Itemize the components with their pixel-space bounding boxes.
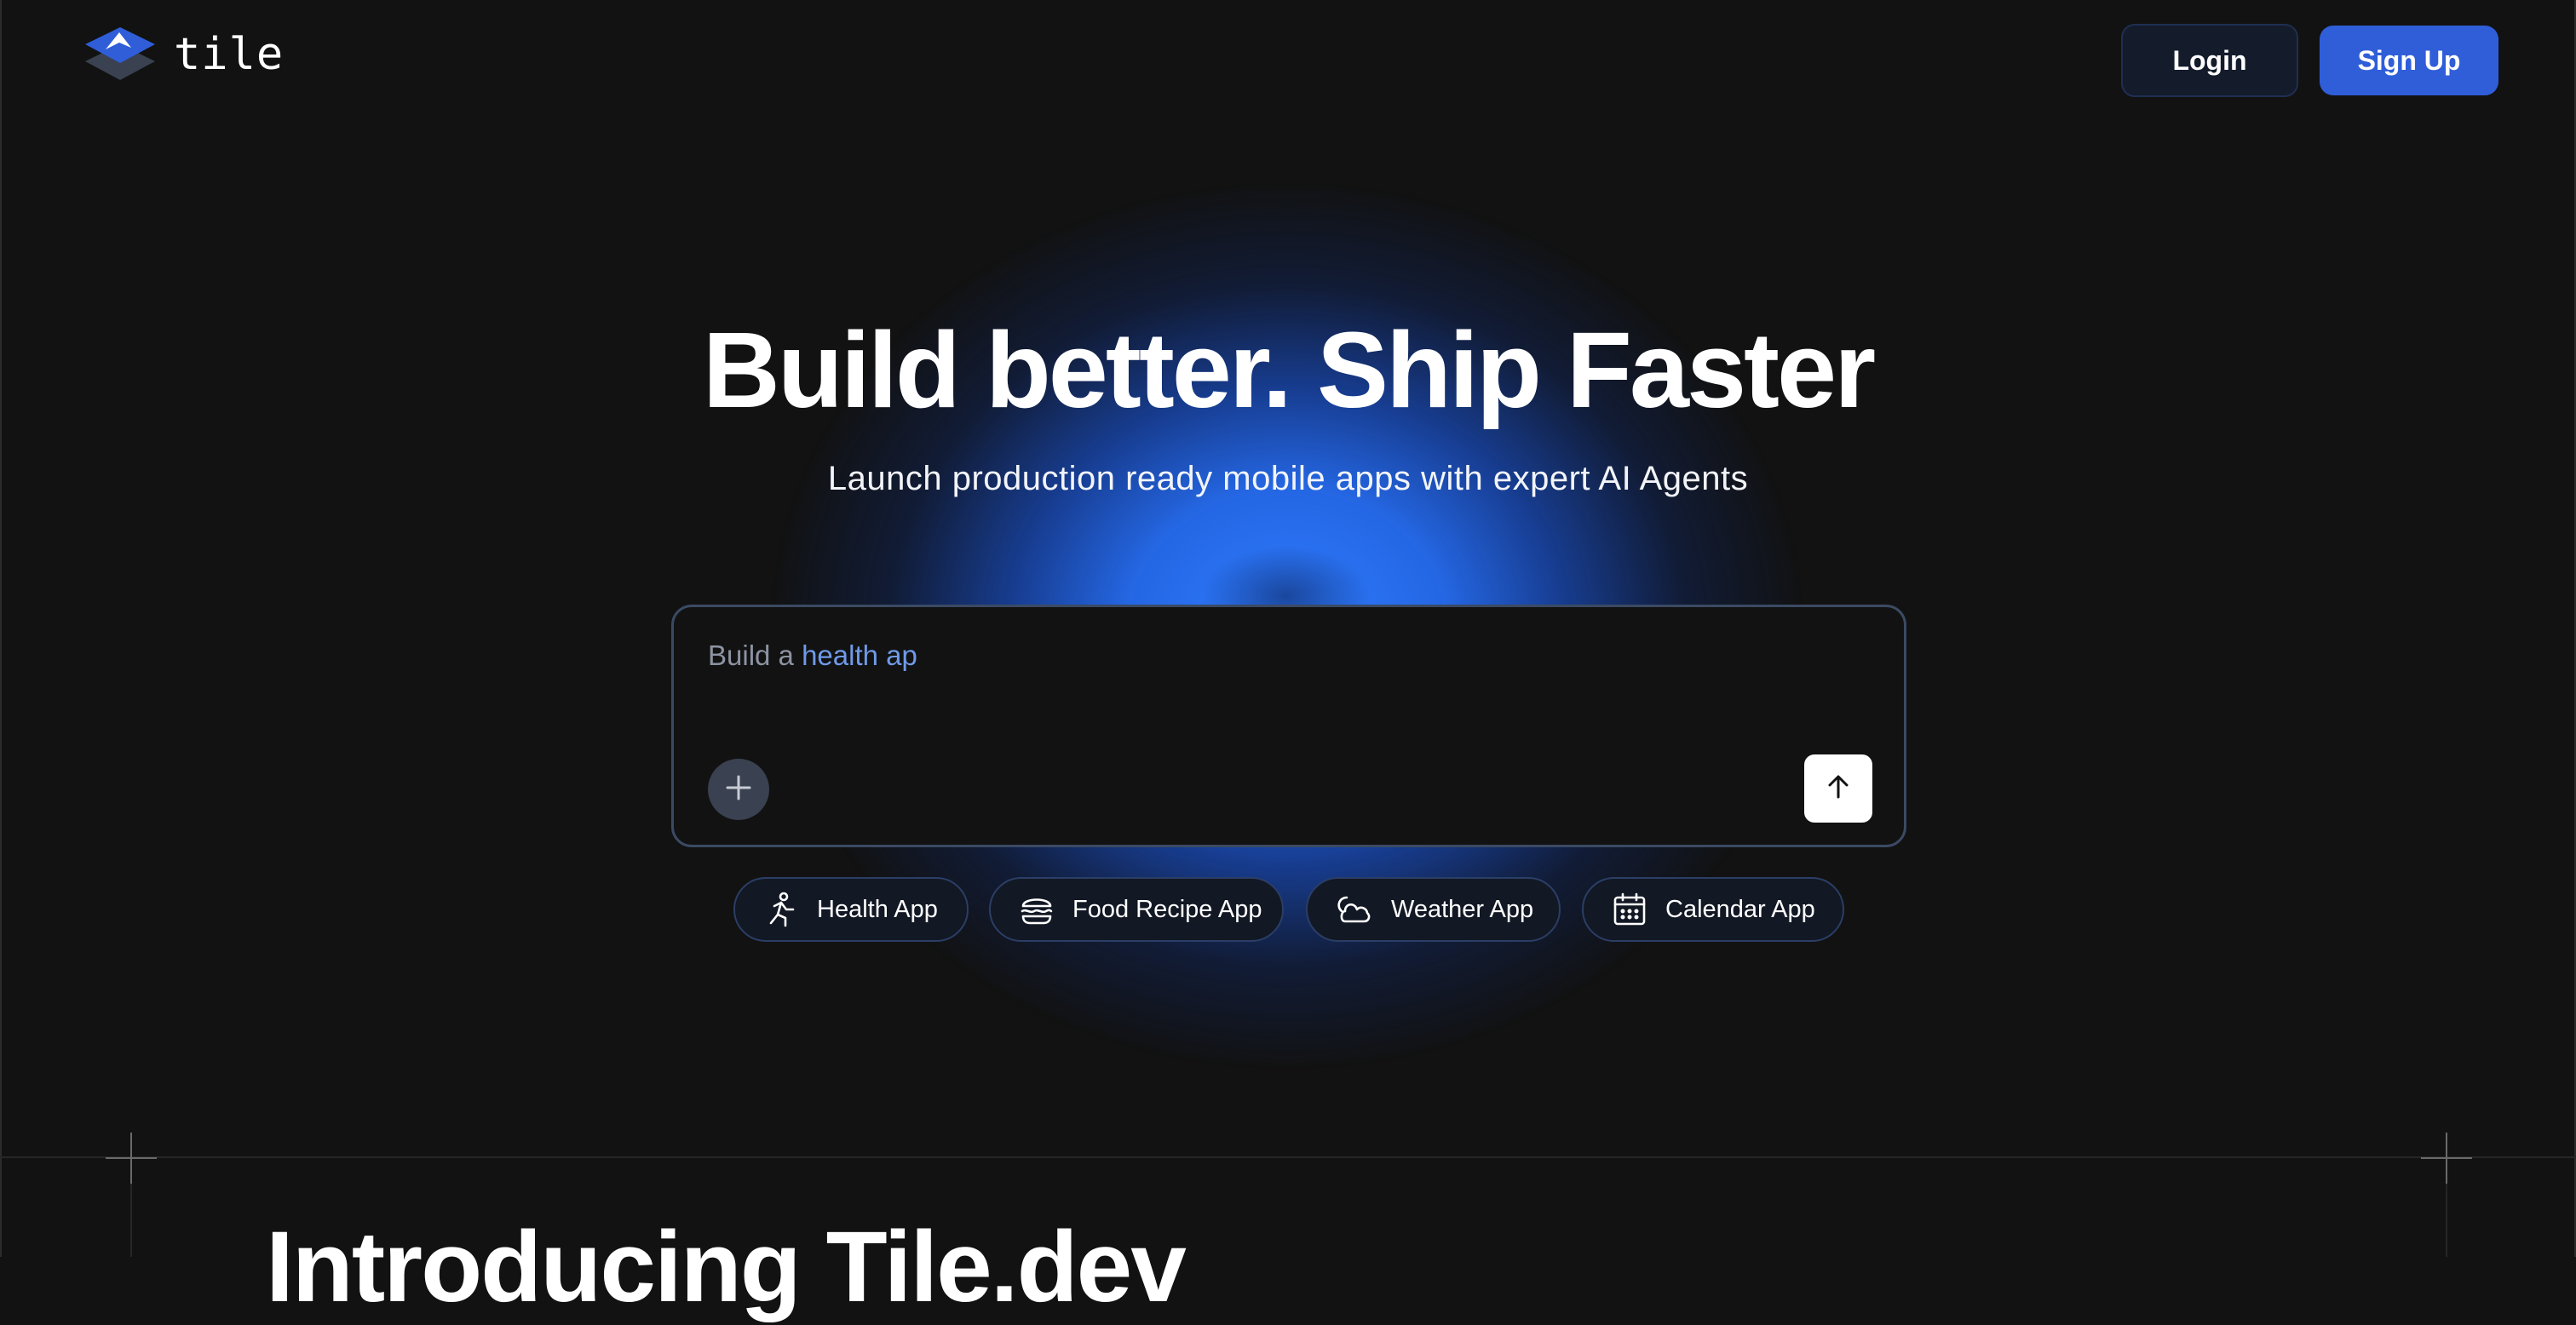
running-person-icon <box>762 891 800 928</box>
chip-label: Weather App <box>1391 895 1534 923</box>
chip-label: Health App <box>817 895 938 923</box>
logo-text: tile <box>174 29 285 80</box>
cloud-sun-icon <box>1335 891 1374 928</box>
chip-label: Food Recipe App <box>1072 895 1262 923</box>
burger-icon <box>1018 891 1055 928</box>
section-divider <box>0 1156 2576 1158</box>
prompt-prefix: Build a <box>708 640 794 671</box>
prompt-text[interactable]: Build a health ap <box>708 640 917 672</box>
suggestion-chip-calendar[interactable]: Calendar App <box>1582 877 1844 942</box>
prompt-typed-text: health ap <box>802 640 917 671</box>
suggestion-chip-health[interactable]: Health App <box>733 877 969 942</box>
calendar-icon <box>1611 891 1648 928</box>
logo[interactable]: tile <box>82 24 284 85</box>
send-button[interactable] <box>1804 754 1872 823</box>
section-title: Introducing Tile.dev <box>266 1211 1187 1323</box>
hero-title: Build better. Ship Faster <box>702 310 1876 430</box>
hero-subtitle: Launch production ready mobile apps with… <box>827 460 1749 497</box>
chip-label: Calendar App <box>1665 895 1815 923</box>
frame-left-border <box>0 0 2 1257</box>
suggestion-chip-food-recipe[interactable]: Food Recipe App <box>989 877 1284 942</box>
plus-icon <box>724 773 753 806</box>
tile-logo-icon <box>82 24 158 85</box>
prompt-input-box[interactable]: Build a health ap <box>671 605 1906 847</box>
crosshair-left-icon <box>106 1133 157 1184</box>
suggestion-chip-weather[interactable]: Weather App <box>1306 877 1561 942</box>
login-button[interactable]: Login <box>2121 24 2298 97</box>
crosshair-right-icon <box>2421 1133 2472 1184</box>
attach-button[interactable] <box>708 759 769 820</box>
signup-button[interactable]: Sign Up <box>2320 26 2498 95</box>
arrow-up-icon <box>1824 772 1853 806</box>
